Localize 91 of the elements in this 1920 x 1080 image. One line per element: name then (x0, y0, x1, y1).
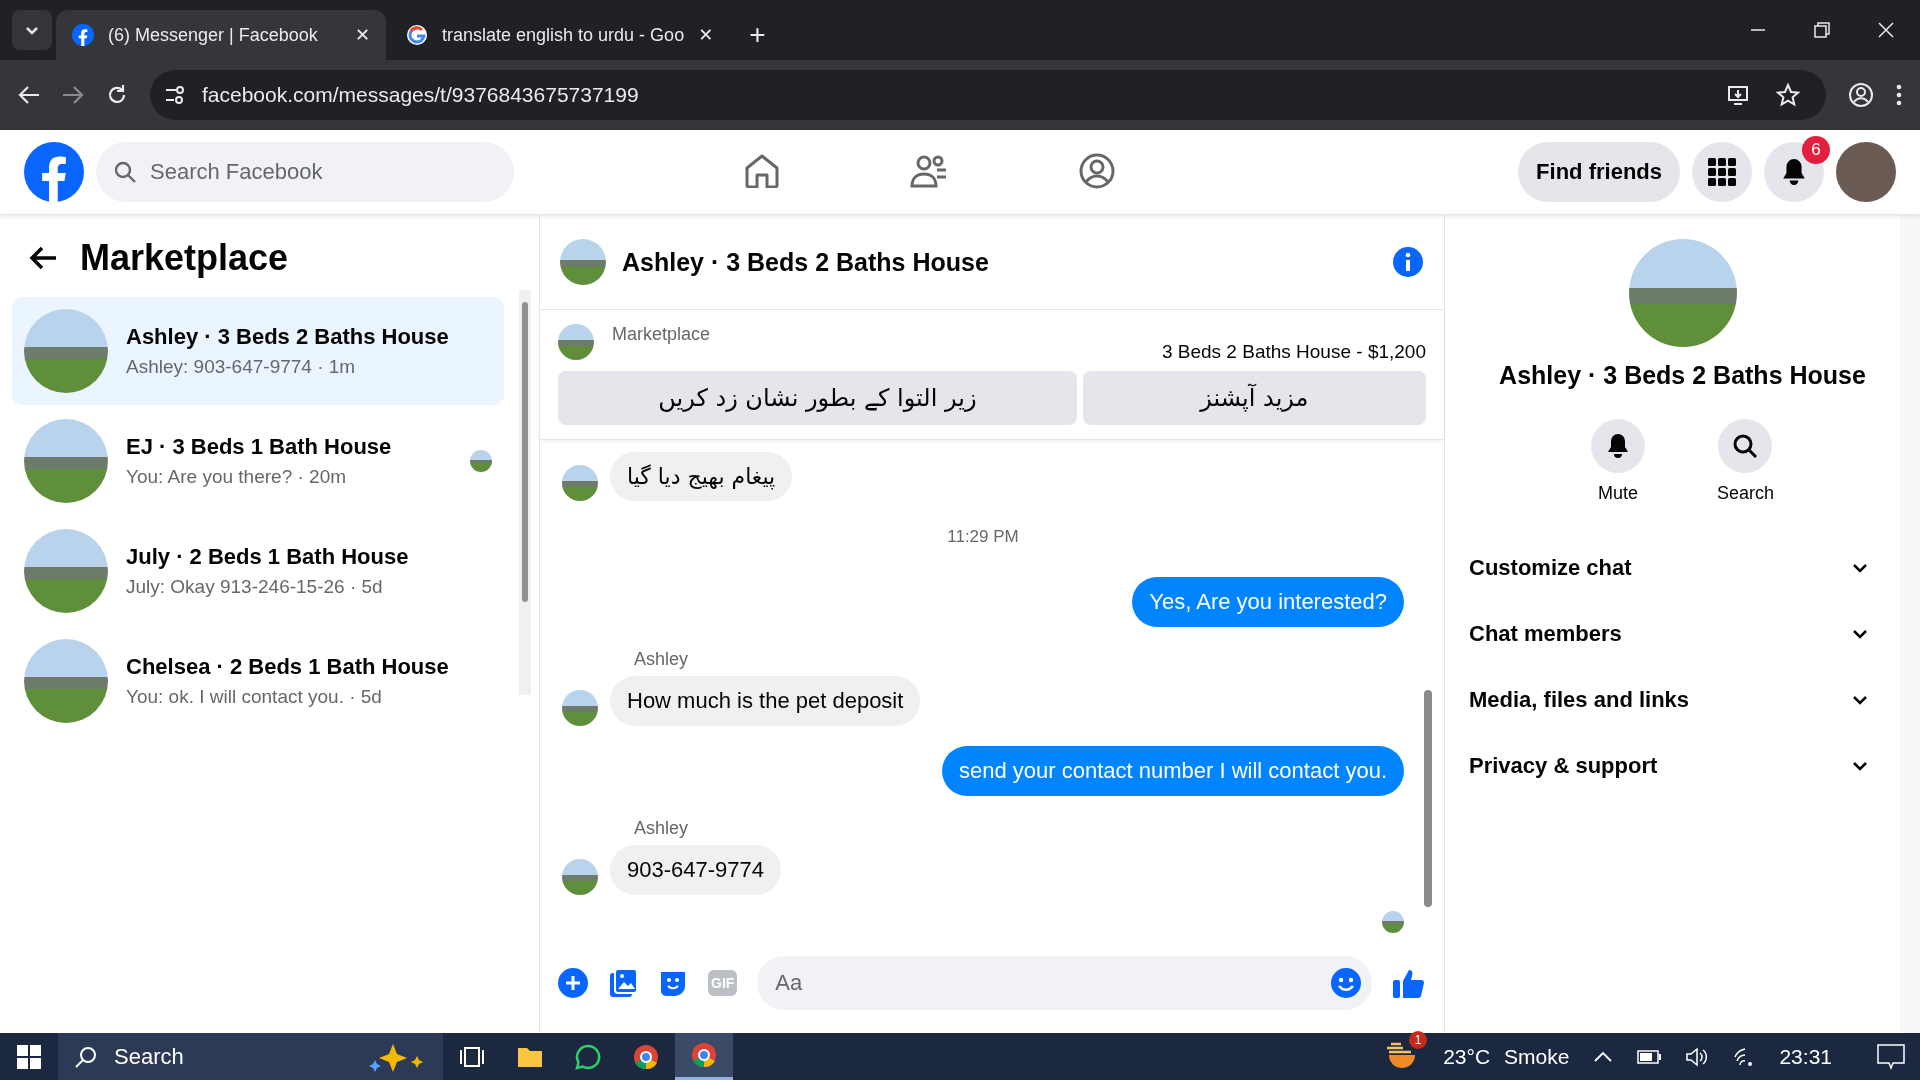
notification-badge: 6 (1802, 136, 1830, 164)
chevron-icon (1852, 563, 1868, 573)
back-icon[interactable] (28, 245, 58, 271)
task-view-icon[interactable] (459, 1044, 485, 1069)
friends-icon[interactable] (910, 153, 948, 188)
browser-tab[interactable]: translate english to urdu - Goo ✕ (390, 10, 730, 60)
chevron-icon (1852, 629, 1868, 639)
menu-button[interactable] (1692, 142, 1752, 202)
chat-action-button[interactable]: Search (1710, 418, 1780, 505)
sent-message: Yes, Are you interested? (1132, 577, 1404, 627)
browser-icon[interactable] (633, 1043, 659, 1070)
listing-action-button[interactable]: زیر التوا کے بطور نشان زد کریں (558, 371, 1077, 425)
search-field[interactable]: Search Facebook (96, 142, 514, 202)
menu-icon[interactable] (1896, 84, 1902, 106)
received-message: How much is the pet deposit (610, 676, 921, 726)
google-logo-icon (406, 24, 428, 46)
conversation-item[interactable]: Chelsea · 2 Beds 1 Bath House You: ok. I will contact you. · 5d (12, 627, 504, 735)
received-message: پیغام بھیج دیا گیا (610, 452, 793, 501)
facebook-logo-icon[interactable] (72, 24, 94, 46)
find-friends-button[interactable]: Find friends (1518, 142, 1680, 202)
install-icon[interactable] (1726, 84, 1750, 106)
sidebar-title: Marketplace (80, 237, 289, 279)
address-bar[interactable]: facebook.com/messages/t/9376843675737199 (150, 70, 1826, 120)
windows-logo-icon[interactable] (17, 1044, 41, 1069)
emoji-icon[interactable] (1330, 967, 1362, 999)
speaker-icon[interactable] (1685, 1046, 1710, 1067)
reload-icon[interactable] (106, 84, 128, 106)
weather-condition: Smoke (1504, 1044, 1570, 1069)
profile-icon[interactable] (1848, 82, 1874, 108)
taskbar-search[interactable]: Search (58, 1033, 443, 1080)
message-input[interactable]: Aa (757, 956, 1372, 1010)
bell-icon (1781, 158, 1807, 186)
message-timestamp: 11:29 PM (946, 527, 1020, 547)
temperature: 23°C (1443, 1044, 1491, 1069)
sender-name: Ashley (634, 818, 690, 839)
account-avatar[interactable] (1836, 142, 1896, 202)
conversation-item[interactable]: July · 2 Beds 1 Bath House July: Okay 913-246-15-26 · 5d (12, 517, 504, 625)
new-tab-button[interactable]: + (743, 18, 772, 52)
browser-icon[interactable] (691, 1042, 717, 1068)
plus-icon[interactable] (558, 968, 588, 998)
chat-title: Ashley · 3 Beds 2 Baths House (622, 247, 990, 277)
details-section[interactable]: Customize chat (1457, 535, 1880, 601)
battery-icon[interactable] (1637, 1049, 1662, 1064)
tab-search-button[interactable] (12, 10, 52, 50)
close-icon[interactable] (1878, 22, 1894, 38)
notification-center-icon[interactable] (1876, 1042, 1906, 1071)
received-message: 903-647-9774 (610, 845, 781, 895)
details-section[interactable]: Chat members (1457, 601, 1880, 667)
clock[interactable]: 23:31 (1779, 1044, 1832, 1069)
house-photo (562, 859, 598, 895)
folder-icon[interactable] (517, 1045, 543, 1068)
sender-name: Ashley (634, 649, 690, 670)
chevron-icon (25, 25, 39, 35)
home-icon[interactable] (744, 153, 780, 188)
search-icon (1732, 433, 1759, 459)
profile-icon[interactable] (1078, 151, 1116, 190)
restore-icon[interactable] (1814, 22, 1830, 38)
conversation-item[interactable]: EJ · 3 Beds 1 Bath House You: Are you there? · 20m (12, 407, 504, 515)
conversation-item[interactable]: Ashley · 3 Beds 2 Baths House Ashley: 903-647-9774 · 1m (12, 297, 504, 405)
site-settings-icon[interactable] (164, 85, 186, 105)
star-icon[interactable] (1776, 83, 1800, 107)
details-title: Ashley · 3 Beds 2 Baths House (1499, 361, 1866, 390)
listing-action-button[interactable]: مزید آپشنز (1082, 371, 1426, 425)
listing-title: 3 Beds 2 Baths House - $1,200 (1161, 341, 1426, 362)
house-photo (562, 690, 598, 726)
house-photo (558, 324, 594, 360)
search-icon (74, 1044, 98, 1069)
url-text: facebook.com/messages/t/9376843675737199 (202, 83, 640, 107)
house-photo (562, 465, 598, 501)
seen-avatar (1382, 911, 1404, 933)
details-section[interactable]: Privacy & support (1457, 733, 1880, 799)
weather-badge: 1 (1409, 1031, 1428, 1049)
thumbs-up-icon[interactable] (1392, 967, 1426, 999)
chat-bubble-icon[interactable] (575, 1043, 601, 1070)
chevron-icon[interactable] (1593, 1050, 1614, 1063)
listing-source: Marketplace (612, 324, 712, 345)
details-section[interactable]: Media, files and links (1457, 667, 1880, 733)
grid-icon (1708, 158, 1736, 186)
info-icon[interactable] (1392, 246, 1424, 278)
browser-tab[interactable]: (6) Messenger | Facebook ✕ (56, 10, 386, 60)
chevron-icon (1852, 695, 1868, 705)
house-photo (560, 239, 606, 285)
close-icon[interactable]: ✕ (698, 24, 714, 46)
sent-message: send your contact number I will contact you. (942, 746, 1404, 796)
forward-icon[interactable] (62, 85, 84, 105)
image-icon[interactable] (608, 968, 638, 998)
search-icon (114, 161, 136, 183)
notifications-button[interactable] (1764, 142, 1824, 202)
close-icon[interactable]: ✕ (354, 24, 370, 46)
chevron-icon (1852, 761, 1868, 771)
bell-icon (1605, 433, 1630, 459)
